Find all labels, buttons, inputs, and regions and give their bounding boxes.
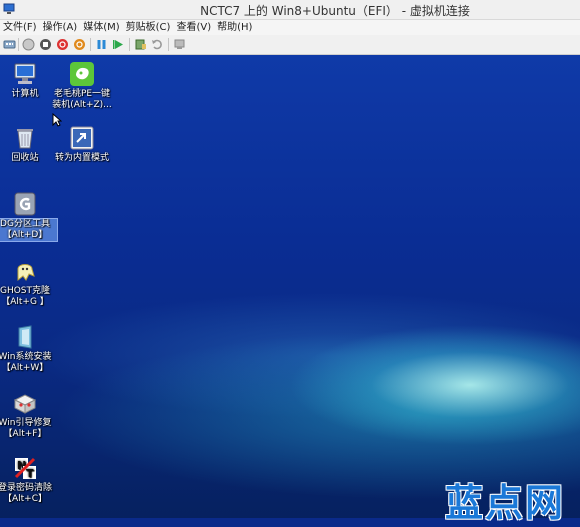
toolbar-separator [90,38,91,51]
desktop-icon-label: 转为内置模式 [54,153,109,163]
toolbar [0,35,580,55]
desktop-icon-builtin-mode[interactable]: 转为内置模式 [50,125,114,164]
stop-icon[interactable] [39,38,52,51]
desktop-icon-label: 【Alt+C】 [2,494,47,504]
desktop-icon-label: 登录密码清除 [0,483,52,493]
menu-media[interactable]: 媒体(M) [80,20,122,35]
ctrl-alt-del-icon[interactable] [3,38,16,51]
toolbar-separator [129,38,130,51]
menu-bar: 文件(F) 操作(A) 媒体(M) 剪贴板(C) 查看(V) 帮助(H) [0,20,580,35]
menu-help[interactable]: 帮助(H) [214,20,255,35]
desktop-icon-win-boot-repair[interactable]: Win引导修复 【Alt+F】 [0,390,57,440]
menu-action[interactable]: 操作(A) [40,20,81,35]
win-boot-repair-icon [13,394,37,414]
watermark: 蓝点网 [445,481,566,525]
laomaotao-pe-icon [70,62,94,86]
pause-icon[interactable] [95,38,108,51]
enhanced-session-icon[interactable] [173,38,186,51]
desktop-icon-label: DG分区工具 [0,219,50,229]
shutdown-icon[interactable] [56,38,69,51]
desktop-icon-label: 装机(Alt+Z)... [52,100,112,110]
desktop-icon-computer[interactable]: 计算机 [0,61,57,100]
toolbar-separator [18,38,19,51]
password-clear-icon: N T [14,457,36,480]
desktop-icon-label: 【Alt+W】 [1,363,49,373]
desktop-icon-label: 【Alt+F】 [3,429,47,439]
desktop-icon-label: Win引导修复 [0,418,52,428]
desktop-icon-label: 【Alt+D】 [2,230,48,240]
window-title: NCTC7 上的 Win8+Ubuntu（EFI） - 虚拟机连接 [200,4,470,18]
ghost-icon [17,264,35,282]
revert-icon[interactable] [151,38,164,51]
win-install-icon [18,325,32,349]
recycle-bin-icon [17,129,33,149]
start-icon[interactable] [22,38,35,51]
computer-icon [14,63,36,84]
desktop-icon-ghost[interactable]: GHOST克隆 【Alt+G 】 [0,258,57,308]
desktop-icon-password-clear[interactable]: N T 登录密码清除 【Alt+C】 [0,455,57,505]
menu-view[interactable]: 查看(V) [173,20,214,35]
menu-file[interactable]: 文件(F) [0,20,40,35]
desktop-icon-label: 计算机 [11,89,39,99]
desktop-icon-label: 【Alt+G 】 [1,297,49,307]
diskgenius-icon [14,192,36,216]
resume-icon[interactable] [112,38,125,51]
builtin-mode-icon [70,126,94,150]
mouse-cursor-icon [52,113,62,127]
window-titlebar[interactable]: NCTC7 上的 Win8+Ubuntu（EFI） - 虚拟机连接 [0,0,580,20]
desktop-icon-label: 回收站 [11,153,39,163]
menu-clipboard[interactable]: 剪贴板(C) [123,20,174,35]
desktop-icon-win-install[interactable]: Win系统安装 【Alt+W】 [0,324,57,374]
desktop-icon-diskgenius[interactable]: DG分区工具 【Alt+D】 [0,191,58,242]
svg-text:T: T [26,467,34,480]
desktop-icon-label: GHOST克隆 [0,286,51,296]
checkpoint-icon[interactable] [134,38,147,51]
desktop-icon-label: 老毛桃PE一键 [53,89,111,99]
desktop-icon-label: Win系统安装 [0,352,52,362]
toolbar-separator [168,38,169,51]
desktop-icon-laomaotao-pe[interactable]: 老毛桃PE一键 装机(Alt+Z)... [50,61,114,111]
desktop-icon-recycle-bin[interactable]: 回收站 [0,125,57,164]
desktop[interactable]: 计算机 老毛桃PE一键 装机(Alt+Z)... 回收站 转为内置模式 DG分区… [0,55,580,518]
power-icon[interactable] [73,38,86,51]
